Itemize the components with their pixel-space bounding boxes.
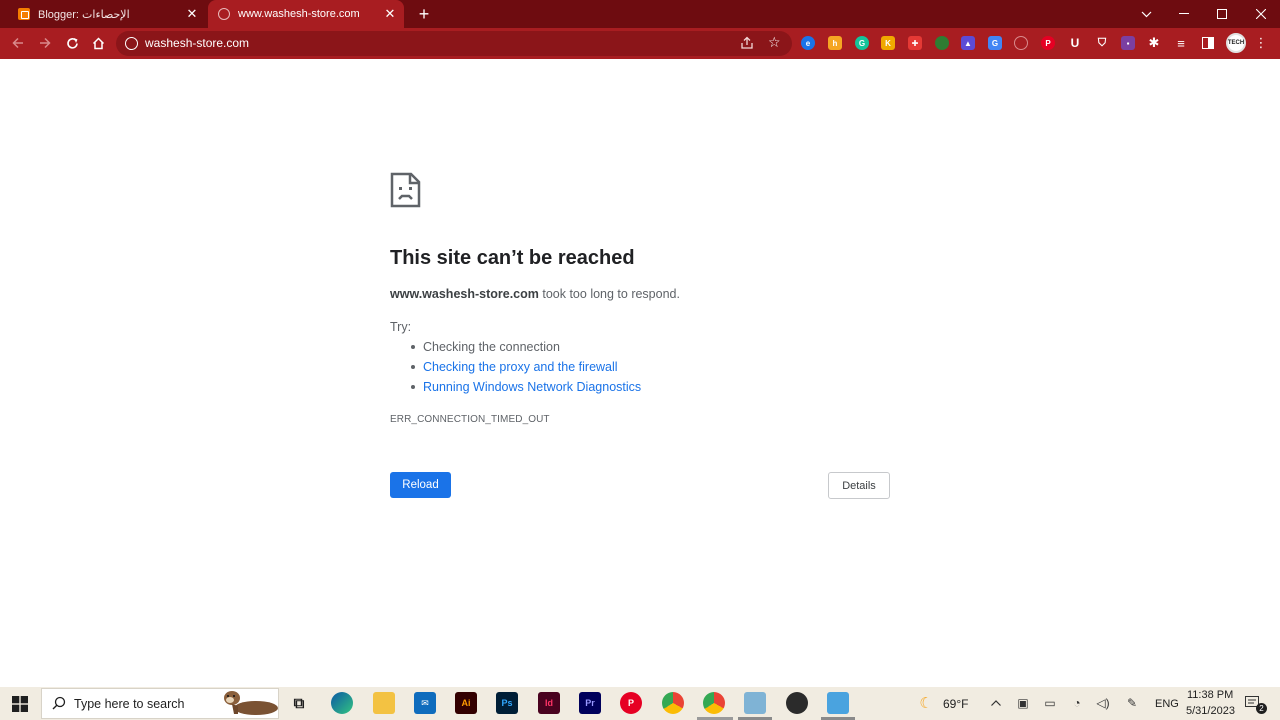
media-icon[interactable]: ≡ — [1173, 35, 1189, 51]
tab-close-icon[interactable]: ✕ — [382, 6, 398, 22]
remote-desktop-icon[interactable] — [827, 692, 849, 714]
maximize-button[interactable] — [1203, 0, 1241, 28]
globe-icon — [218, 8, 230, 20]
red-ext-icon[interactable]: ✚ — [908, 36, 922, 50]
pinterest-ext-icon[interactable]: P — [1041, 36, 1055, 50]
try-label: Try: — [390, 320, 412, 334]
grammarly-ext-icon[interactable]: G — [855, 36, 869, 50]
translate-ext-icon[interactable]: G — [988, 36, 1002, 50]
photoshop-icon[interactable]: Ps — [496, 692, 518, 714]
home-button[interactable] — [87, 32, 109, 54]
file-explorer-icon[interactable] — [373, 692, 395, 714]
windows-taskbar: Type here to search ⧉ ✉ Ai Ps Id Pr P ☾ … — [0, 687, 1280, 720]
suggestion-check-connection: Checking the connection — [410, 339, 641, 359]
forward-button[interactable] — [34, 32, 56, 54]
volume-icon[interactable]: ◁) — [1095, 695, 1111, 711]
sidepanel-icon[interactable] — [1200, 35, 1216, 51]
address-bar[interactable]: washesh-store.com ☆ — [116, 31, 792, 56]
bookmark-star-icon[interactable]: ☆ — [768, 34, 781, 51]
otter-illustration-icon — [224, 691, 278, 715]
close-window-button[interactable] — [1242, 0, 1280, 28]
search-icon — [52, 696, 66, 710]
error-code: ERR_CONNECTION_TIMED_OUT — [390, 414, 550, 425]
k-ext-icon[interactable]: K — [881, 36, 895, 50]
clock-date[interactable]: 5/31/2023 — [1186, 705, 1235, 717]
edge-icon[interactable] — [331, 692, 353, 714]
illustrator-icon[interactable]: Ai — [455, 692, 477, 714]
reload-button[interactable] — [61, 32, 83, 54]
tab-close-icon[interactable]: ✕ — [184, 6, 200, 22]
purple-ext-icon[interactable]: ▲ — [961, 36, 975, 50]
tab-blogger[interactable]: Blogger: الإحصاءات ✕ — [8, 0, 206, 28]
chrome-icon[interactable] — [662, 692, 684, 714]
start-button[interactable] — [0, 687, 40, 720]
weather-moon-icon[interactable]: ☾ — [918, 695, 934, 712]
minimize-button[interactable] — [1165, 0, 1203, 28]
purple-square-ext-icon[interactable]: ▪ — [1121, 36, 1135, 50]
puzzle-icon[interactable]: ✱ — [1146, 35, 1162, 51]
honey-ext-icon[interactable]: h — [828, 36, 842, 50]
back-button[interactable] — [7, 32, 29, 54]
blocked-ext-icon[interactable] — [1014, 36, 1028, 50]
shield-ext-icon[interactable]: ⛉ — [1095, 36, 1109, 50]
tray-app-icon[interactable]: ▣ — [1015, 695, 1031, 711]
new-tab-button[interactable]: + — [414, 4, 434, 24]
pinterest-icon[interactable]: P — [620, 692, 642, 714]
tab-search-chevron-icon[interactable] — [1127, 0, 1165, 28]
mail-icon[interactable]: ✉ — [414, 692, 436, 714]
notification-count-badge: 2 — [1256, 703, 1267, 714]
notepad-icon[interactable] — [744, 692, 766, 714]
weather-temperature[interactable]: 69°F — [943, 697, 968, 711]
u-ext-icon[interactable]: U — [1068, 36, 1082, 50]
tab-washesh-store[interactable]: www.washesh-store.com ✕ — [208, 0, 404, 28]
error-title: This site can’t be reached — [390, 247, 635, 269]
task-view-icon[interactable]: ⧉ — [288, 692, 310, 714]
premiere-icon[interactable]: Pr — [579, 692, 601, 714]
language-indicator[interactable]: ENG — [1155, 698, 1179, 710]
address-url[interactable]: washesh-store.com — [145, 36, 249, 50]
obs-icon[interactable] — [786, 692, 808, 714]
error-message: took too long to respond. — [538, 287, 680, 301]
pen-icon[interactable]: ✎ — [1124, 695, 1140, 711]
menu-kebab-icon[interactable]: ⋮ — [1253, 35, 1269, 51]
sad-page-icon — [390, 172, 421, 213]
profile-avatar[interactable]: TECH — [1226, 33, 1246, 53]
suggestion-list: Checking the connection Checking the pro… — [410, 339, 641, 399]
search-placeholder[interactable]: Type here to search — [74, 697, 184, 711]
site-info-icon[interactable] — [125, 37, 138, 50]
show-hidden-icons-chevron[interactable] — [988, 695, 1004, 711]
error-description: www.washesh-store.com took too long to r… — [390, 287, 680, 301]
tab-title: www.washesh-store.com — [238, 8, 360, 20]
e-ext-icon[interactable]: e — [801, 36, 815, 50]
details-button[interactable]: Details — [828, 472, 890, 499]
suggestion-network-diagnostics-link[interactable]: Running Windows Network Diagnostics — [410, 379, 641, 399]
green-ext-icon[interactable] — [935, 36, 949, 50]
indesign-icon[interactable]: Id — [538, 692, 560, 714]
share-icon[interactable] — [740, 36, 756, 52]
reload-button[interactable]: Reload — [390, 472, 451, 498]
browser-toolbar: washesh-store.com ☆ e h G K ✚ ▲ G P U ⛉ … — [0, 28, 1280, 59]
battery-icon[interactable]: ▭ — [1042, 695, 1058, 711]
suggestion-proxy-firewall-link[interactable]: Checking the proxy and the firewall — [410, 359, 641, 379]
windows-logo-icon — [12, 695, 28, 712]
clock-time[interactable]: 11:38 PM — [1187, 689, 1233, 701]
blogger-icon — [18, 8, 30, 20]
error-host: www.washesh-store.com — [390, 287, 539, 301]
network-icon[interactable]: ◔ — [1069, 695, 1085, 711]
tab-title: Blogger: الإحصاءات — [38, 8, 130, 21]
chrome-profile-icon[interactable] — [703, 692, 725, 714]
tab-strip: Blogger: الإحصاءات ✕ www.washesh-store.c… — [0, 0, 1280, 28]
